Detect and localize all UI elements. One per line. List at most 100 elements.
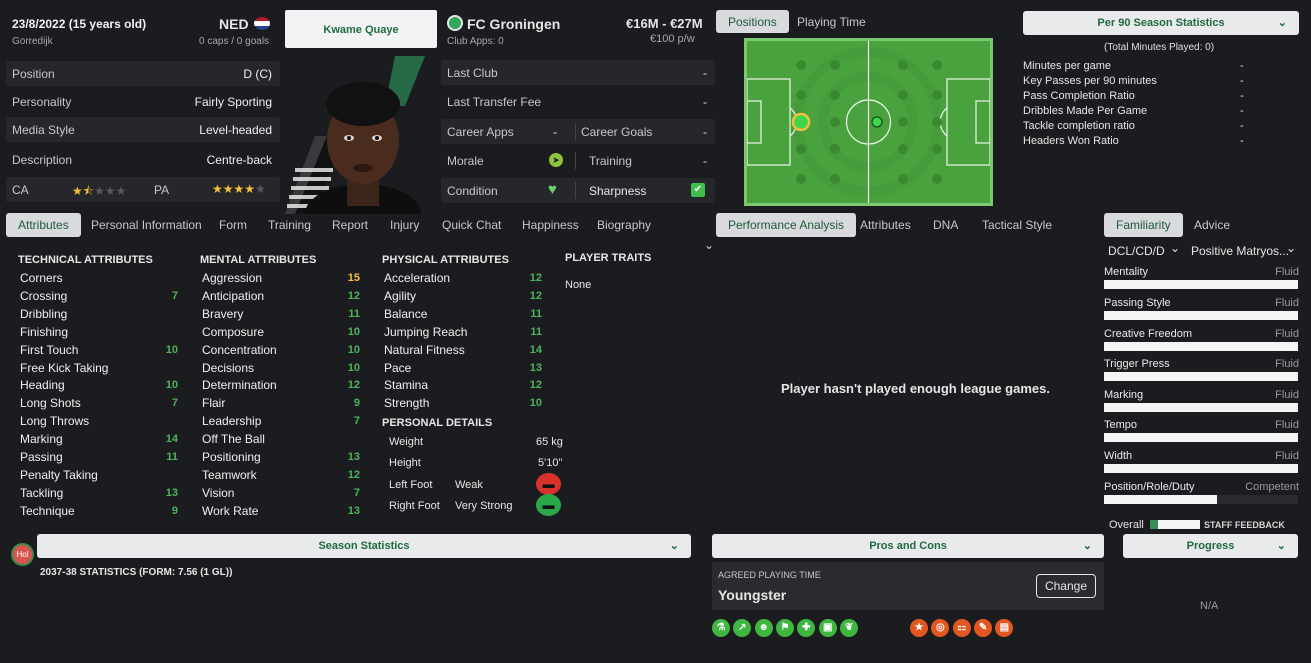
pros-cons-button[interactable]: Pros and Cons ⌄ [712, 534, 1104, 558]
tab-attributes[interactable]: Attributes [860, 218, 911, 232]
attribute-name[interactable]: First Touch [20, 343, 78, 357]
attribute-name[interactable]: Marking [20, 432, 63, 446]
club-name[interactable]: FC Groningen [467, 16, 560, 32]
attribute-name[interactable]: Natural Fitness [384, 343, 465, 357]
staff-feedback-link[interactable]: STAFF FEEDBACK [1204, 520, 1285, 530]
flask-icon[interactable]: ⚗ [712, 619, 730, 637]
target-icon[interactable]: ◎ [931, 619, 950, 637]
attribute-name[interactable]: Off The Ball [202, 432, 265, 446]
attribute-value: 11 [166, 451, 178, 463]
attribute-name[interactable]: Jumping Reach [384, 325, 467, 339]
position-select[interactable]: DCL/CD/D ⌄ [1104, 239, 1184, 261]
head-icon[interactable]: ☻ [754, 619, 773, 637]
boots-icon[interactable]: ⚏ [952, 619, 971, 637]
attribute-name[interactable]: Balance [384, 307, 427, 321]
career-apps-label: Career Apps [447, 125, 514, 139]
attribute-name[interactable]: Passing [20, 450, 63, 464]
progress-button[interactable]: Progress ⌄ [1123, 534, 1298, 558]
attribute-name[interactable]: Penalty Taking [20, 468, 98, 482]
attribute-name[interactable]: Leadership [202, 414, 261, 428]
holiday-icon[interactable]: Hol [11, 543, 34, 566]
player-name-box[interactable]: Kwame Quaye [285, 10, 437, 48]
familiarity-label: Trigger Press [1104, 358, 1170, 370]
familiarity-label: Marking [1104, 389, 1144, 401]
plant-icon[interactable]: ❦ [840, 619, 859, 637]
tab-familiarity[interactable]: Familiarity [1104, 213, 1183, 237]
attribute-name[interactable]: Free Kick Taking [20, 361, 108, 375]
attribute-name[interactable]: Bravery [202, 307, 243, 321]
role-select[interactable]: Positive Matryos... ⌄ [1188, 239, 1300, 261]
player-nation[interactable]: NED [219, 16, 249, 32]
tab-positions[interactable]: Positions [716, 10, 789, 33]
tab-playing-time[interactable]: Playing Time [797, 15, 866, 29]
progress-na: N/A [1200, 600, 1219, 612]
tab-happiness[interactable]: Happiness [522, 218, 579, 232]
attribute-name[interactable]: Anticipation [202, 289, 264, 303]
season-statistics-button[interactable]: Season Statistics ⌄ [37, 534, 691, 558]
collapse-chevron-icon[interactable]: ⌄ [704, 238, 714, 252]
season-statistics-line: 2037-38 STATISTICS (FORM: 7.56 (1 GL)) [40, 567, 233, 578]
tab-performance-analysis[interactable]: Performance Analysis [716, 213, 857, 237]
attribute-name[interactable]: Concentration [202, 343, 277, 357]
attribute-name[interactable]: Vision [202, 486, 234, 500]
card-icon[interactable]: ▣ [818, 619, 837, 637]
last-club-row: Last Club - [441, 60, 715, 85]
attribute-name[interactable]: Stamina [384, 378, 428, 392]
attribute-name[interactable]: Aggression [202, 271, 262, 285]
tab-tactical-style[interactable]: Tactical Style [982, 218, 1052, 232]
morale-icon[interactable]: ➤ [549, 153, 563, 167]
star-icon[interactable]: ★ [910, 619, 928, 637]
club-apps: Club Apps: 0 [447, 36, 504, 47]
attribute-name[interactable]: Finishing [20, 325, 68, 339]
condition-row: Condition ♥ Sharpness ✔ [441, 178, 715, 203]
player-caps: 0 caps / 0 goals [199, 36, 270, 47]
tab-report[interactable]: Report [332, 218, 368, 232]
attribute-value: 7 [353, 415, 360, 428]
attribute-name[interactable]: Technique [20, 504, 75, 518]
attribute-value: 7 [353, 486, 360, 499]
tab-personal-information[interactable]: Personal Information [91, 218, 202, 232]
attribute-name[interactable]: Strength [384, 396, 429, 410]
last-fee-label: Last Transfer Fee [447, 95, 542, 109]
tab-injury[interactable]: Injury [390, 218, 419, 232]
pros-icons: ⚗ ↗ ☻ ⚑ ✚ ▣ ❦ [712, 619, 859, 637]
attribute-name[interactable]: Dribbling [20, 307, 67, 321]
attribute-value: 11 [348, 307, 360, 320]
tab-attributes[interactable]: Attributes [6, 213, 81, 237]
document-icon[interactable]: ▤ [995, 619, 1014, 637]
attribute-name[interactable]: Teamwork [202, 468, 257, 482]
tab-form[interactable]: Form [219, 218, 247, 232]
attribute-value: 10 [165, 379, 178, 392]
attribute-name[interactable]: Agility [384, 289, 416, 303]
attribute-name[interactable]: Composure [202, 325, 264, 339]
tab-quick-chat[interactable]: Quick Chat [442, 218, 501, 232]
attribute-name[interactable]: Flair [202, 396, 225, 410]
pa-stars: ★★★★★ [212, 182, 266, 196]
info-value: D (C) [243, 67, 272, 81]
attribute-name[interactable]: Heading [20, 378, 65, 392]
tab-advice[interactable]: Advice [1194, 218, 1230, 232]
attribute-name[interactable]: Acceleration [384, 271, 450, 285]
attribute-name[interactable]: Work Rate [202, 504, 258, 518]
change-button[interactable]: Change [1036, 574, 1096, 598]
attribute-name[interactable]: Determination [202, 378, 277, 392]
attribute-name[interactable]: Long Shots [20, 396, 81, 410]
attribute-name[interactable]: Crossing [20, 289, 67, 303]
tab-biography[interactable]: Biography [597, 218, 651, 232]
attribute-name[interactable]: Long Throws [20, 414, 89, 428]
familiarity-bar [1104, 403, 1298, 412]
attribute-name[interactable]: Corners [20, 271, 63, 285]
attribute-name[interactable]: Pace [384, 361, 411, 375]
trend-up-icon[interactable]: ↗ [733, 619, 752, 637]
attribute-name[interactable]: Tackling [20, 486, 63, 500]
attribute-name[interactable]: Positioning [202, 450, 261, 464]
tab-dna[interactable]: DNA [933, 218, 958, 232]
attribute-name[interactable]: Decisions [202, 361, 254, 375]
stats-type-select[interactable]: Per 90 Season Statistics ⌄ [1023, 11, 1299, 35]
gift-icon[interactable]: ✚ [797, 619, 816, 637]
familiarity-label: Tempo [1104, 419, 1138, 431]
wrench-icon[interactable]: ✎ [974, 619, 993, 637]
tab-training[interactable]: Training [268, 218, 311, 232]
boot-icon[interactable]: ⚑ [776, 619, 795, 637]
weight-label: Weight [389, 436, 424, 448]
